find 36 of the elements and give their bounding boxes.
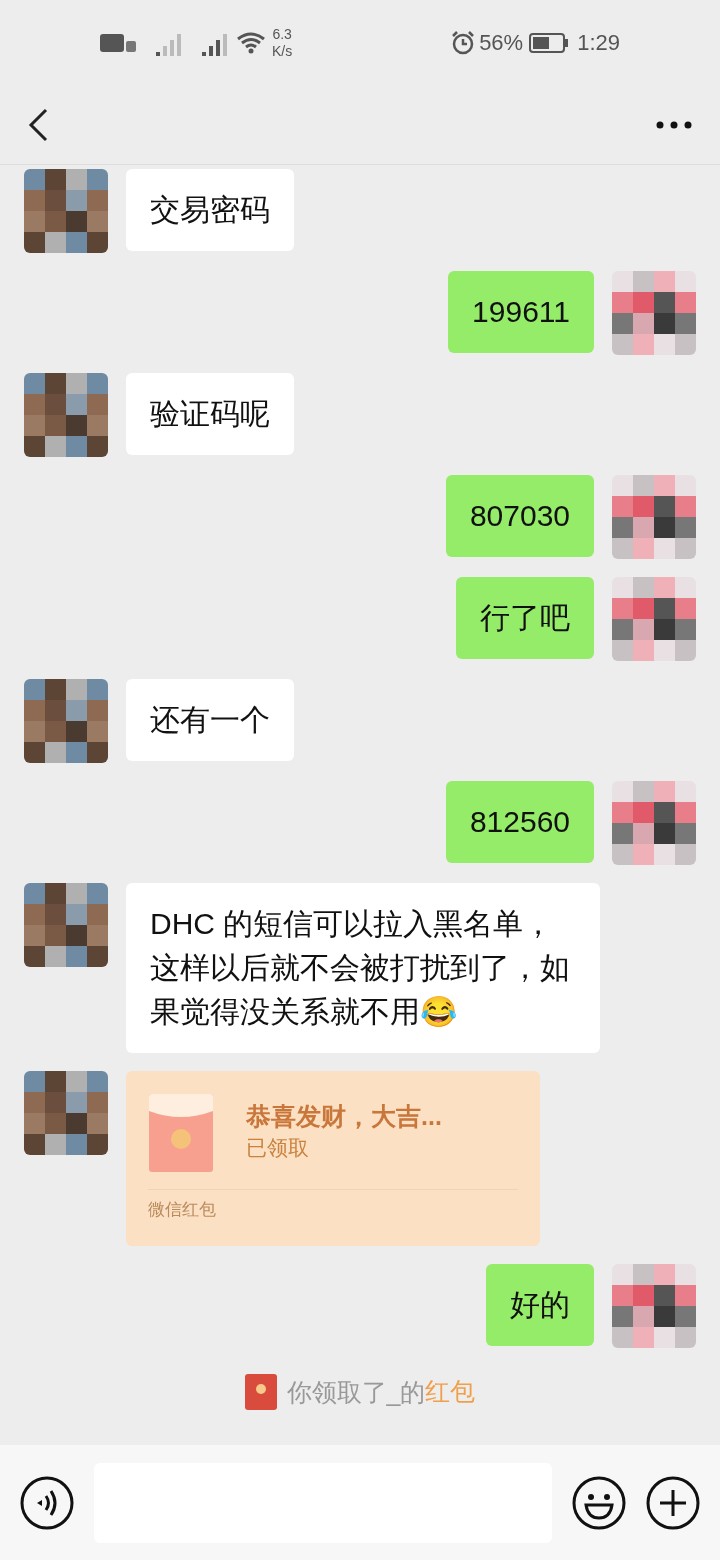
lucky-money-label: 微信红包 [148, 1199, 217, 1221]
message-bubble[interactable]: 交易密码 [126, 169, 294, 251]
message-bubble[interactable]: 验证码呢 [126, 373, 294, 455]
avatar[interactable] [612, 781, 696, 865]
network-speed: 6.3 [272, 25, 292, 43]
avatar[interactable] [24, 373, 108, 457]
message-bubble[interactable]: 好的 [486, 1264, 594, 1346]
alarm-icon [451, 30, 476, 55]
clock-time: 1:29 [577, 29, 620, 57]
avatar[interactable] [24, 883, 108, 967]
emoji-icon[interactable] [572, 1475, 626, 1530]
avatar[interactable] [612, 577, 696, 661]
avatar[interactable] [612, 475, 696, 559]
envelope-icon [148, 1093, 214, 1173]
message-bubble[interactable]: 行了吧 [456, 577, 594, 659]
avatar[interactable] [24, 169, 108, 253]
message-bubble[interactable]: 199611 [448, 271, 594, 353]
lucky-money-status: 已领取 [246, 1135, 310, 1161]
avatar[interactable] [612, 1264, 696, 1348]
message-bubble[interactable]: 812560 [445, 781, 594, 863]
avatar[interactable] [612, 271, 696, 355]
avatar[interactable] [24, 1071, 108, 1155]
network-speed-unit: K/s [272, 42, 293, 60]
voice-icon[interactable] [20, 1475, 74, 1530]
message-bubble[interactable]: 还有一个 [126, 679, 294, 761]
notice-text: 你领取了_的 [286, 1377, 426, 1408]
wifi-icon [236, 30, 266, 55]
lucky-money-title: 恭喜发财，大吉... [246, 1101, 442, 1132]
battery-percentage: 56% [479, 29, 524, 57]
message-bubble[interactable]: DHC 的短信可以拉入黑名单，这样以后就不会被打扰到了，如果觉得没关系就不用😂 [126, 883, 600, 1053]
envelope-icon [244, 1374, 277, 1410]
message-bubble[interactable]: 807030 [445, 475, 594, 557]
battery-icon [529, 31, 570, 54]
more-icon[interactable] [656, 120, 692, 129]
add-icon[interactable] [646, 1475, 700, 1530]
avatar[interactable] [24, 679, 108, 763]
